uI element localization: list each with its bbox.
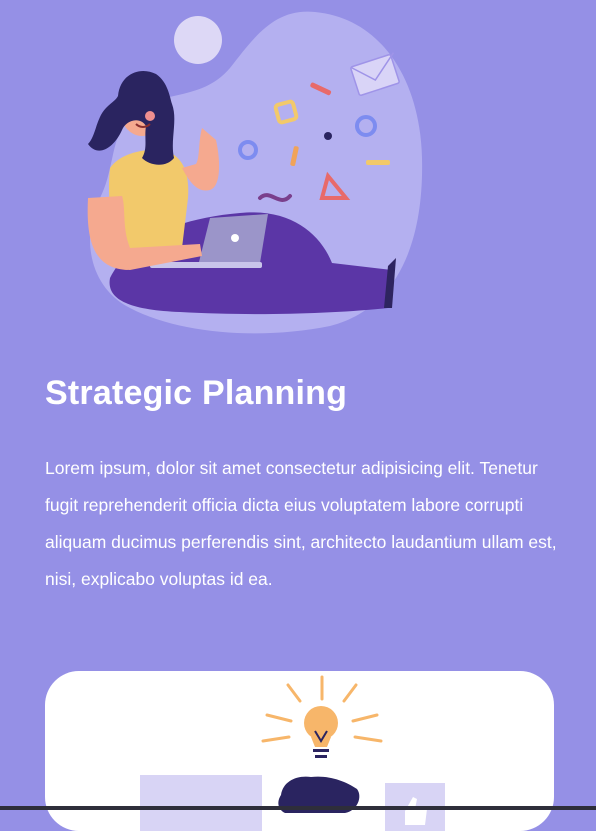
laptop-base <box>150 262 262 268</box>
laptop-logo <box>231 234 239 242</box>
cheek <box>145 111 155 121</box>
feature-description: Lorem ipsum, dolor sit amet consectetur … <box>45 458 557 589</box>
window-bottom-edge <box>0 806 596 810</box>
hero-illustration <box>87 11 423 334</box>
feature-title: Strategic Planning <box>45 374 348 412</box>
yellow-stick-icon <box>366 160 390 165</box>
sun-circle <box>174 16 222 64</box>
paper-sheet <box>140 775 262 831</box>
page: { "feature": { "title": "Strategic Plann… <box>0 0 596 831</box>
dark-dot-icon <box>324 132 332 140</box>
lightbulb-icon <box>304 706 338 758</box>
